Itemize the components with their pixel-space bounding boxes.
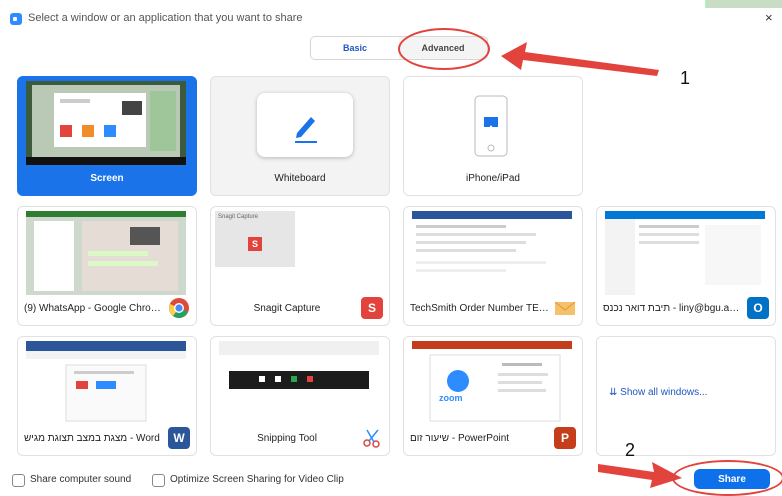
- window-thumbnail: zoom: [412, 341, 572, 425]
- show-all-row: ⇊ Show all windows...: [609, 387, 707, 398]
- envelope-graphic: [554, 301, 576, 315]
- share-tile-whatsapp-chrome[interactable]: (9) WhatsApp - Google Chrome: [17, 206, 197, 326]
- zoom-logo-text: zoom: [439, 393, 463, 403]
- window-thumbnail: [26, 211, 186, 295]
- share-tile-outlook-inbox[interactable]: תיבת דואר נכנס - liny@bgu.ac.il ... O: [596, 206, 776, 326]
- word-icon: W: [168, 427, 190, 449]
- screen-thumbnail: [26, 81, 186, 165]
- share-tile-snipping-tool[interactable]: Snipping Tool: [210, 336, 390, 456]
- tile-label: iPhone/iPad: [466, 173, 520, 184]
- window-thumbnail: [412, 211, 572, 295]
- tile-label: Snipping Tool: [257, 433, 317, 444]
- screen-preview-graphic: [26, 81, 186, 165]
- tile-label: TechSmith Order Number TEC200...: [410, 303, 550, 314]
- scissors-graphic: [363, 429, 380, 448]
- snagit-icon: S: [361, 297, 383, 319]
- outlook-mail-icon: [554, 297, 576, 319]
- title-bar: Select a window or an application that y…: [0, 8, 782, 30]
- tile-label: תיבת דואר נכנס - liny@bgu.ac.il ...: [603, 303, 743, 314]
- share-tile-screen[interactable]: Screen: [17, 76, 197, 196]
- whiteboard-card: [257, 93, 353, 157]
- share-mode-tabs: Basic Advanced: [310, 36, 488, 60]
- share-computer-sound-label: Share computer sound: [30, 474, 132, 485]
- window-thumbnail: [26, 341, 186, 425]
- share-tile-powerpoint[interactable]: zoom שיעור זום - PowerPoint P: [403, 336, 583, 456]
- chrome-logo-graphic: [169, 298, 189, 318]
- share-tile-techsmith-mail[interactable]: TechSmith Order Number TEC200...: [403, 206, 583, 326]
- share-tile-show-all-windows[interactable]: ⇊ Show all windows...: [596, 336, 776, 456]
- tile-label: Screen: [90, 173, 124, 184]
- tile-label: Snagit Capture: [253, 303, 321, 314]
- annotation-arrow-1: [501, 42, 659, 76]
- close-icon[interactable]: ×: [765, 10, 773, 25]
- share-tile-iphone-ipad[interactable]: iPhone/iPad: [403, 76, 583, 196]
- tile-label: Whiteboard: [274, 173, 326, 184]
- stack-down-icon: ⇊: [609, 387, 618, 398]
- snipping-tool-icon: [361, 427, 383, 449]
- annotation-number-2: 2: [625, 440, 636, 460]
- tab-basic[interactable]: Basic: [311, 37, 399, 59]
- powerpoint-icon: P: [554, 427, 576, 449]
- word-preview-graphic: [26, 341, 186, 422]
- share-tile-word-presenter[interactable]: מצגת במצב תצוגת מגיש - Word W: [17, 336, 197, 456]
- phone-airplay-icon: [474, 95, 508, 157]
- whatsapp-preview-graphic: [26, 211, 186, 295]
- share-button[interactable]: Share: [694, 469, 770, 489]
- background-window-strip: [705, 0, 782, 8]
- window-thumbnail: [219, 341, 379, 425]
- show-all-windows-link[interactable]: Show all windows...: [620, 387, 707, 398]
- mail-preview-graphic: [412, 211, 572, 272]
- optimize-video-label: Optimize Screen Sharing for Video Clip: [170, 474, 344, 485]
- window-title: Select a window or an application that y…: [28, 12, 303, 24]
- pencil-icon: [295, 117, 317, 143]
- annotation-number-1: 1: [680, 68, 691, 88]
- share-tile-whiteboard[interactable]: Whiteboard: [210, 76, 390, 196]
- share-computer-sound-checkbox[interactable]: [12, 474, 25, 487]
- zoom-app-icon: [10, 13, 22, 25]
- tile-label: שיעור זום - PowerPoint: [410, 433, 510, 444]
- window-thumbnail: [605, 211, 765, 295]
- snipping-preview-graphic: [219, 341, 379, 389]
- tile-label: (9) WhatsApp - Google Chrome: [24, 303, 164, 314]
- window-thumbnail: Snagit Capture S: [215, 211, 295, 267]
- thumb-caption: Snagit Capture: [218, 214, 259, 220]
- outlook-icon: O: [747, 297, 769, 319]
- powerpoint-preview-graphic: [412, 341, 572, 422]
- tile-label: מצגת במצב תצוגת מגיש - Word: [24, 433, 160, 444]
- chrome-icon: [168, 297, 190, 319]
- tab-advanced[interactable]: Advanced: [399, 37, 487, 59]
- optimize-video-checkbox[interactable]: [152, 474, 165, 487]
- snagit-thumb-logo: S: [248, 237, 262, 251]
- inbox-preview-graphic: [605, 211, 765, 295]
- share-tile-snagit[interactable]: Snagit Capture S Snagit Capture S: [210, 206, 390, 326]
- annotation-arrow-2: [598, 462, 682, 488]
